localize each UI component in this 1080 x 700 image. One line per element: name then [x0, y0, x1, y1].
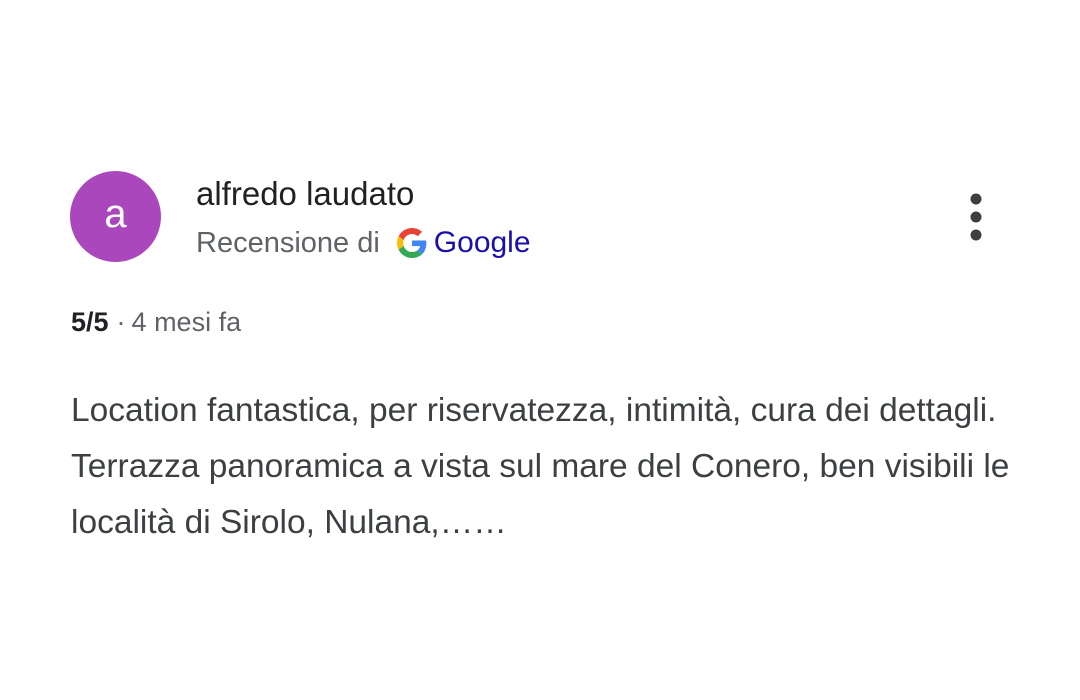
- review-card: a alfredo laudato Recensione di Google 5…: [0, 0, 1080, 700]
- more-options-button[interactable]: [955, 190, 997, 246]
- review-source: Recensione di Google: [196, 224, 531, 262]
- rating: 5/5: [71, 307, 109, 337]
- source-prefix: Recensione di: [196, 226, 380, 259]
- avatar[interactable]: a: [70, 171, 161, 262]
- review-age: 4 mesi fa: [131, 307, 242, 337]
- review-text: Location fantastica, per riservatezza, i…: [71, 392, 1010, 541]
- author-name[interactable]: alfredo laudato: [196, 174, 414, 214]
- more-vert-icon: [970, 193, 982, 241]
- meta-separator: ·: [116, 307, 126, 337]
- google-link[interactable]: Google: [434, 226, 531, 260]
- review-meta: 5/5 · 4 mesi fa: [71, 303, 241, 341]
- google-g-icon: [396, 228, 427, 258]
